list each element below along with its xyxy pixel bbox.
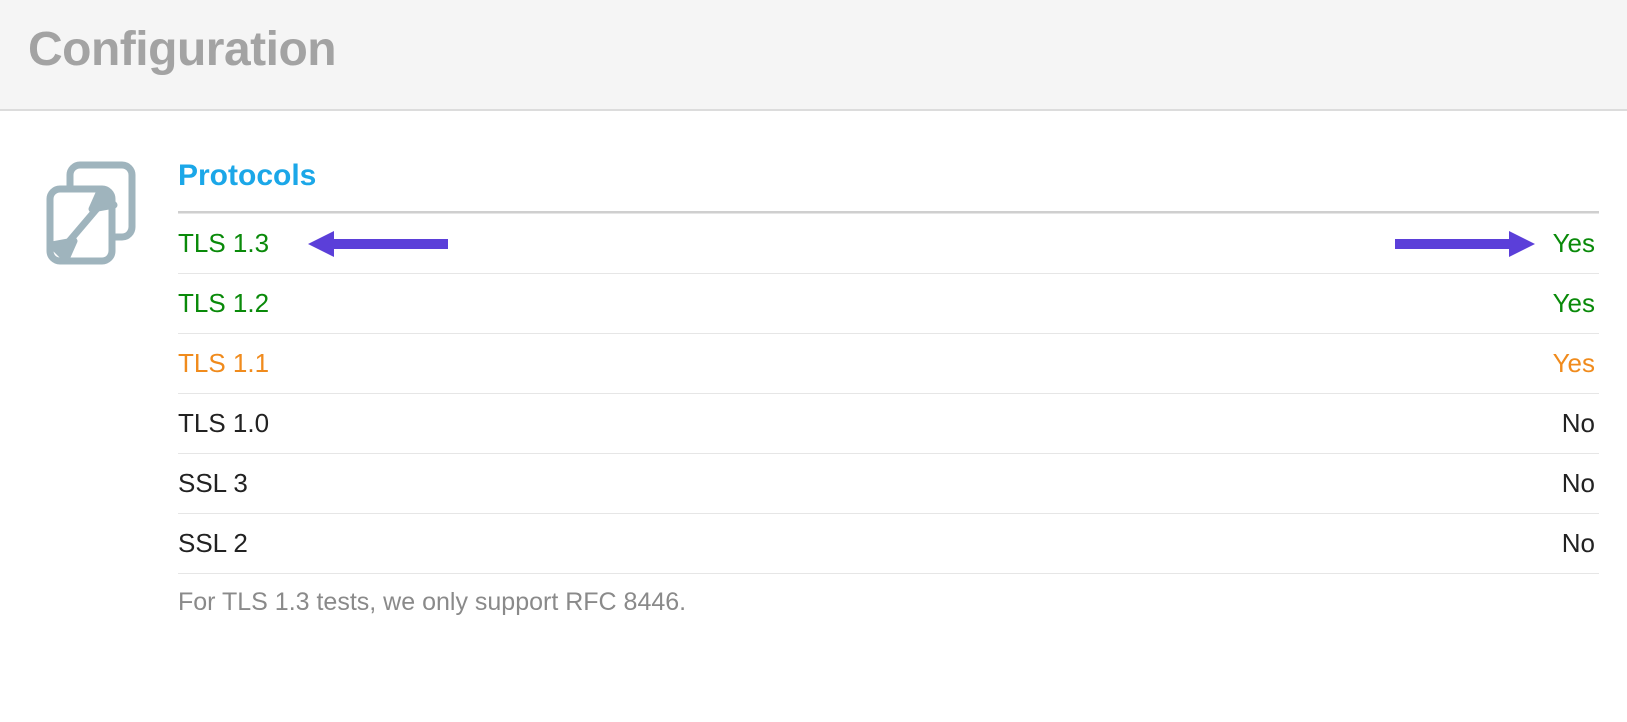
- protocol-name: SSL 3: [178, 454, 1133, 514]
- protocol-name: TLS 1.2: [178, 274, 1133, 334]
- table-row: TLS 1.0No: [178, 394, 1599, 454]
- protocol-name: TLS 1.0: [178, 394, 1133, 454]
- protocols-icon: [42, 256, 140, 273]
- protocols-table: TLS 1.3YesTLS 1.2YesTLS 1.1YesTLS 1.0NoS…: [178, 211, 1599, 573]
- protocol-value: Yes: [1133, 214, 1599, 274]
- protocol-value: Yes: [1133, 274, 1599, 334]
- page-title: Configuration: [28, 22, 1599, 77]
- annotation-arrow-right-icon: [1395, 230, 1535, 258]
- table-row: TLS 1.2Yes: [178, 274, 1599, 334]
- table-row: SSL 2No: [178, 514, 1599, 574]
- section-icon-column: [42, 159, 140, 617]
- table-row: TLS 1.3Yes: [178, 214, 1599, 274]
- protocols-footnote: For TLS 1.3 tests, we only support RFC 8…: [178, 573, 1599, 617]
- section-heading: Protocols: [178, 159, 1599, 211]
- protocol-value: No: [1133, 454, 1599, 514]
- content-wrap: Protocols TLS 1.3YesTLS 1.2YesTLS 1.1Yes…: [0, 111, 1627, 637]
- table-row: TLS 1.1Yes: [178, 334, 1599, 394]
- annotation-arrow-left-icon: [308, 230, 448, 258]
- table-row: SSL 3No: [178, 454, 1599, 514]
- protocol-value: No: [1133, 514, 1599, 574]
- protocols-section: Protocols TLS 1.3YesTLS 1.2YesTLS 1.1Yes…: [178, 159, 1599, 617]
- protocol-name: TLS 1.1: [178, 334, 1133, 394]
- protocol-value: Yes: [1133, 334, 1599, 394]
- protocol-name: SSL 2: [178, 514, 1133, 574]
- protocol-name: TLS 1.3: [178, 214, 1133, 274]
- header-section: Configuration: [0, 0, 1627, 111]
- protocol-value: No: [1133, 394, 1599, 454]
